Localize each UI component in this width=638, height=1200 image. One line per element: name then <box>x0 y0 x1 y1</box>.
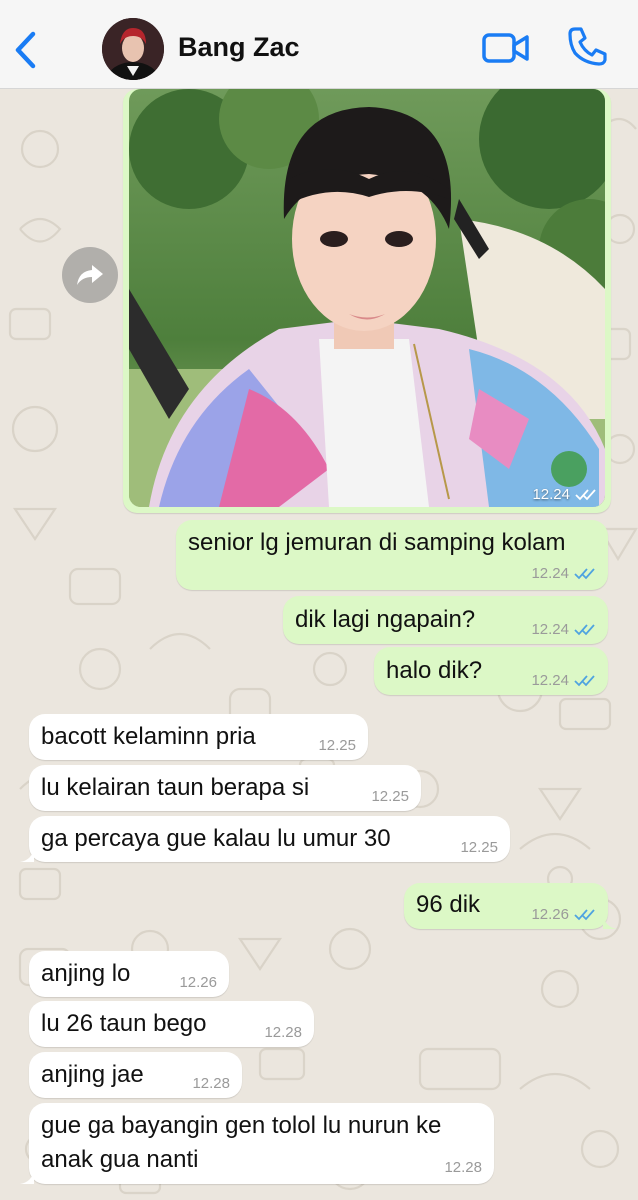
message-text: senior lg jemuran di samping kolam <box>188 529 566 556</box>
message-time: 12.25 <box>460 839 498 856</box>
contact-name[interactable]: Bang Zac <box>178 32 300 63</box>
message-text: dik lagi ngapain? <box>295 606 476 633</box>
message-time: 12.24 <box>531 621 569 638</box>
message-text: halo dik? <box>386 657 483 684</box>
incoming-message[interactable]: gue ga bayangin gen tolol lu nurun ke an… <box>20 1103 494 1184</box>
message-time: 12.25 <box>318 737 356 754</box>
message-time: 12.28 <box>264 1024 302 1041</box>
message-time: 12.24 <box>531 672 569 689</box>
chat-area[interactable]: 12.24 senior lg jemuran di samping kolam… <box>0 89 638 1200</box>
read-ticks-icon <box>574 568 595 580</box>
chevron-left-icon <box>15 31 36 69</box>
read-ticks-icon <box>574 675 595 687</box>
message-meta: 12.24 <box>531 565 596 582</box>
incoming-message[interactable]: anjing jae 12.28 <box>29 1052 242 1098</box>
message-meta: 12.24 <box>531 621 596 638</box>
message-time: 12.24 <box>531 565 569 582</box>
message-text-line-1: gue ga bayangin gen tolol lu nurun ke <box>41 1112 442 1139</box>
message-meta: 12.24 <box>531 672 596 689</box>
read-ticks-icon <box>574 624 595 636</box>
message-meta: 12.25 <box>371 788 409 805</box>
outgoing-message[interactable]: dik lagi ngapain? 12.24 <box>283 596 608 644</box>
message-meta: 12.26 <box>179 974 217 991</box>
message-meta: 12.26 <box>531 906 596 923</box>
bubble-tail <box>603 915 617 929</box>
message-meta: 12.28 <box>192 1075 230 1092</box>
chat-header: Bang Zac <box>0 0 638 89</box>
video-call-button[interactable] <box>482 28 530 68</box>
message-text: ga percaya gue kalau lu umur 30 <box>41 825 391 852</box>
incoming-message[interactable]: anjing lo 12.26 <box>29 951 229 997</box>
message-time: 12.28 <box>192 1075 230 1092</box>
photo-meta: 12.24 <box>532 486 597 503</box>
phone-icon <box>568 27 607 66</box>
video-camera-icon <box>482 33 529 63</box>
outgoing-message[interactable]: 96 dik 12.26 <box>404 883 617 929</box>
message-meta: 12.25 <box>460 839 498 856</box>
selfie-photo <box>129 89 605 507</box>
message-time: 12.28 <box>444 1159 482 1176</box>
outgoing-message[interactable]: halo dik? 12.24 <box>374 647 608 695</box>
outgoing-message[interactable]: senior lg jemuran di samping kolam 12.24 <box>176 520 608 590</box>
message-text: bacott kelaminn pria <box>41 723 256 750</box>
message-meta: 12.28 <box>264 1024 302 1041</box>
read-ticks-icon <box>575 489 596 501</box>
bubble-tail <box>20 1170 34 1184</box>
avatar[interactable] <box>102 18 164 80</box>
message-text: anjing jae <box>41 1061 144 1088</box>
message-text: lu 26 taun bego <box>41 1010 207 1037</box>
incoming-message[interactable]: lu kelairan taun berapa si 12.25 <box>29 765 421 811</box>
message-text: 96 dik <box>416 891 481 918</box>
share-arrow-icon <box>77 265 103 285</box>
message-text: lu kelairan taun berapa si <box>41 774 310 801</box>
bubble-tail <box>20 848 34 862</box>
photo-image[interactable] <box>129 89 605 507</box>
incoming-message[interactable]: ga percaya gue kalau lu umur 30 12.25 <box>20 816 510 862</box>
voice-call-button[interactable] <box>566 24 610 68</box>
photo-message[interactable]: 12.24 <box>123 89 611 513</box>
incoming-message[interactable]: bacott kelaminn pria 12.25 <box>29 714 368 760</box>
message-time: 12.26 <box>179 974 217 991</box>
message-meta: 12.28 <box>444 1159 482 1176</box>
contact-photo <box>102 18 164 80</box>
read-ticks-icon <box>574 909 595 921</box>
incoming-message[interactable]: lu 26 taun bego 12.28 <box>29 1001 314 1047</box>
message-text: anjing lo <box>41 960 131 987</box>
message-meta: 12.25 <box>318 737 356 754</box>
back-button[interactable] <box>10 28 40 72</box>
forward-button[interactable] <box>62 247 118 303</box>
message-text-line-2: anak gua nanti <box>41 1146 199 1173</box>
message-time: 12.25 <box>371 788 409 805</box>
message-time: 12.26 <box>531 906 569 923</box>
message-time: 12.24 <box>532 486 570 503</box>
